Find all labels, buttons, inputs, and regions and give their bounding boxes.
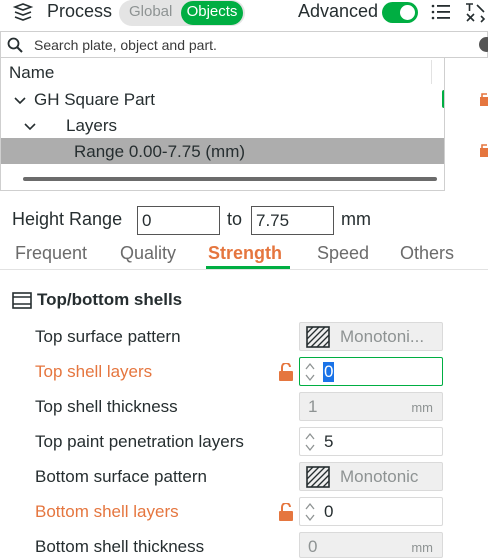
settings-tabs: Frequent Quality Strength Speed Others: [0, 240, 488, 270]
process-header: Process Global Objects Advanced: [0, 0, 488, 28]
search-box[interactable]: [0, 31, 488, 58]
search-input[interactable]: [34, 34, 464, 55]
option-label: Bottom shell thickness: [35, 537, 205, 556]
chevron-down-icon[interactable]: [13, 96, 27, 106]
check-icon: [442, 90, 445, 108]
process-title: Process: [47, 1, 113, 21]
tab-quality[interactable]: Quality: [120, 243, 176, 264]
tab-speed[interactable]: Speed: [317, 243, 369, 264]
stepper-value: 0: [324, 502, 334, 521]
stepper-value: 5: [324, 432, 334, 451]
tree-header-name: Name: [9, 63, 55, 82]
global-objects-switch[interactable]: Global Objects: [119, 0, 245, 26]
unit-label: mm: [411, 400, 433, 415]
pattern-icon: [306, 326, 330, 348]
tab-strength[interactable]: Strength: [208, 243, 282, 264]
advanced-toggle[interactable]: [382, 2, 418, 23]
select-value: Monotoni...: [340, 327, 425, 346]
height-range-from-input[interactable]: [137, 206, 220, 235]
search-icon: [7, 37, 23, 53]
unlock-icon[interactable]: [278, 363, 294, 381]
header-divider: [431, 60, 432, 84]
height-range-to-label: to: [227, 209, 243, 229]
part-checkbox[interactable]: [442, 90, 445, 108]
option-label: Top shell thickness: [35, 397, 178, 416]
object-tree: Name GH Square Part Layers Range 0.00-7.…: [0, 58, 445, 191]
active-tab-indicator: [206, 266, 290, 269]
global-option[interactable]: Global: [129, 3, 172, 20]
pattern-icon: [306, 466, 330, 488]
advanced-label: Advanced: [298, 1, 379, 21]
section-title: Top/bottom shells: [37, 290, 183, 309]
option-label: Top shell layers: [35, 362, 153, 381]
top-shell-layers-stepper[interactable]: 0: [299, 357, 443, 386]
option-label: Bottom surface pattern: [35, 467, 207, 486]
tab-frequent[interactable]: Frequent: [15, 243, 87, 264]
bottom-surface-pattern-select[interactable]: Monotonic: [299, 462, 443, 491]
shells-icon: [12, 292, 32, 309]
tree-item-range[interactable]: Range 0.00-7.75 (mm): [74, 142, 245, 162]
unit-label: mm: [411, 540, 433, 555]
lock-icon: [480, 93, 488, 106]
option-label: Top surface pattern: [35, 327, 181, 346]
process-icon: [12, 3, 34, 21]
objects-option[interactable]: Objects: [181, 1, 243, 25]
clear-search-icon[interactable]: [479, 37, 488, 52]
stepper-arrows-icon[interactable]: [304, 360, 316, 384]
option-label: Top paint penetration layers: [35, 432, 244, 451]
stepper-arrows-icon[interactable]: [304, 500, 316, 524]
height-range-to-input[interactable]: [251, 206, 334, 235]
select-value: Monotonic: [340, 467, 419, 486]
height-range-unit: mm: [341, 209, 371, 229]
toggle-knob: [400, 5, 415, 20]
input-value: 0: [308, 537, 318, 556]
stepper-arrows-icon[interactable]: [304, 430, 316, 454]
list-icon[interactable]: [430, 2, 452, 22]
top-surface-pattern-select[interactable]: Monotoni...: [299, 322, 443, 351]
compare-icon[interactable]: [464, 1, 486, 23]
input-value: 1: [308, 397, 318, 416]
option-label: Bottom shell layers: [35, 502, 179, 521]
height-range-row: Height Range to mm: [0, 203, 488, 237]
chevron-down-icon[interactable]: [23, 122, 37, 132]
lock-icon: [480, 144, 488, 157]
stepper-value[interactable]: 0: [323, 362, 335, 382]
tab-others[interactable]: Others: [400, 243, 454, 264]
tree-item-part[interactable]: GH Square Part: [34, 90, 155, 110]
unlock-icon[interactable]: [278, 503, 294, 521]
height-range-label: Height Range: [12, 209, 123, 229]
horizontal-scrollbar[interactable]: [23, 177, 437, 181]
tree-item-layers[interactable]: Layers: [66, 116, 117, 136]
bottom-shell-layers-stepper[interactable]: 0: [299, 497, 443, 526]
top-shell-thickness-input[interactable]: 1 mm: [299, 392, 443, 421]
top-paint-penetration-stepper[interactable]: 5: [299, 427, 443, 456]
bottom-shell-thickness-input[interactable]: 0 mm: [299, 532, 443, 558]
